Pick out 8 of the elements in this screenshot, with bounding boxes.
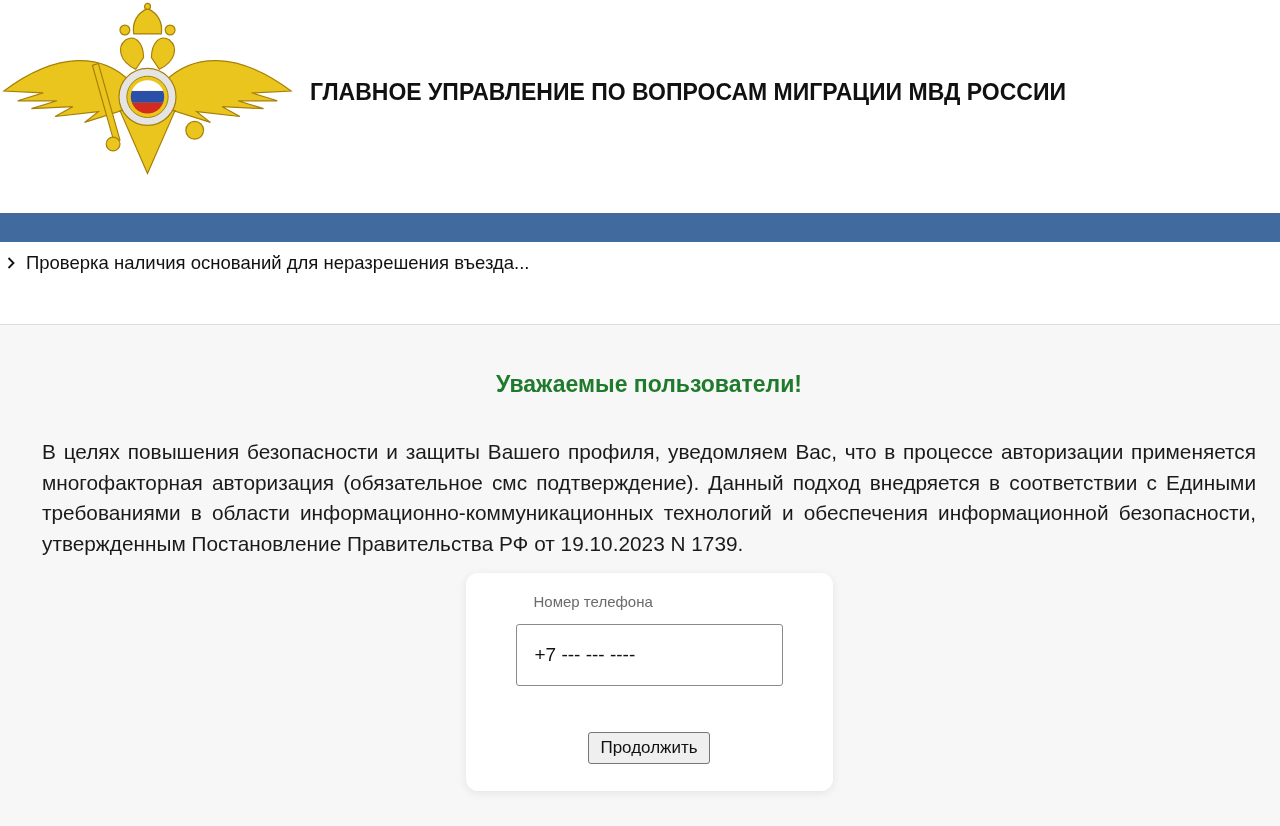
phone-label: Номер телефона — [533, 592, 653, 612]
continue-button[interactable]: Продолжить — [588, 732, 710, 764]
agency-title: ГЛАВНОЕ УПРАВЛЕНИЕ ПО ВОПРОСАМ МИГРАЦИИ МВД РОССИИ — [310, 78, 1066, 107]
chevron-right-icon — [7, 257, 15, 269]
notice-paragraph: В целях повышения безопасности и защиты Вашего профиля, уведомляем Вас, что в процессе авторизации применяется многофакторная авторизация (обязательное смс подтверждение). Данный подход внедряется в соответствии с Едиными требованиями в области информационно-коммуникационных технологий и обеспечения информационной безопасности, утвержденным Постановление Правительства РФ от 19.10.2023 N 1739. — [42, 439, 1256, 557]
phone-input[interactable]: +7 --- --- ---- — [515, 624, 783, 686]
breadcrumb-link[interactable]: Проверка наличия оснований для неразрешения въезда... — [26, 251, 530, 275]
notice-heading: Уважаемые пользователи! — [496, 370, 802, 399]
